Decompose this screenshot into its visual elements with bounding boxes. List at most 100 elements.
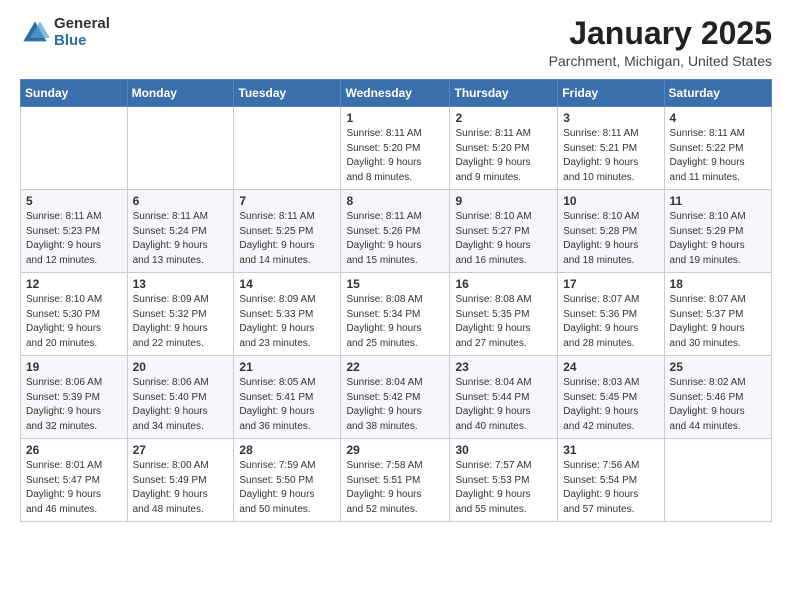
calendar-cell: 15Sunrise: 8:08 AM Sunset: 5:34 PM Dayli… (341, 273, 450, 356)
calendar-week-row: 5 Sunrise: 8:11 AM Sunset: 5:23 PM Daylig… (21, 190, 772, 273)
calendar-cell (21, 107, 128, 190)
day-number: 3 (563, 111, 658, 125)
day-of-week-header: Saturday (664, 80, 771, 107)
day-number: 2 (455, 111, 552, 125)
day-number: 24 (563, 360, 658, 374)
calendar-week-row: 19 Sunrise: 8:06 AM Sunset: 5:39 PM Dayli… (21, 356, 772, 439)
day-number: 14 (239, 277, 335, 291)
day-info: Sunrise: 8:07 AM Sunset: 5:37 PM Dayligh… (670, 293, 766, 351)
day-info: Sunrise: 8:01 AM Sunset: 5:47 PM Dayligh… (26, 459, 122, 517)
day-info: Sunrise: 8:11 AM Sunset: 5:20 PM Dayligh… (455, 127, 552, 185)
day-info: Sunrise: 8:11 AM Sunset: 5:24 PM Dayligh… (133, 210, 229, 268)
calendar-week-row: 12 Sunrise: 8:10 AM Sunset: 5:30 PM Dayli… (21, 273, 772, 356)
day-number: 26 (26, 443, 122, 457)
calendar-cell: 5 Sunrise: 8:11 AM Sunset: 5:23 PM Daylig… (21, 190, 128, 273)
day-number: 27 (133, 443, 229, 457)
day-number: 15 (346, 277, 444, 291)
calendar-cell: 26 Sunrise: 8:01 AM Sunset: 5:47 PM Dayli… (21, 439, 128, 522)
day-number: 25 (670, 360, 766, 374)
day-info: Sunrise: 8:04 AM Sunset: 5:42 PM Dayligh… (346, 376, 444, 434)
calendar-cell: 30Sunrise: 7:57 AM Sunset: 5:53 PM Dayli… (450, 439, 558, 522)
day-info: Sunrise: 8:11 AM Sunset: 5:25 PM Dayligh… (239, 210, 335, 268)
calendar-cell: 6 Sunrise: 8:11 AM Sunset: 5:24 PM Daylig… (127, 190, 234, 273)
calendar-cell: 23Sunrise: 8:04 AM Sunset: 5:44 PM Dayli… (450, 356, 558, 439)
day-info: Sunrise: 8:11 AM Sunset: 5:21 PM Dayligh… (563, 127, 658, 185)
logo-text: General Blue (54, 16, 110, 49)
calendar-cell: 7 Sunrise: 8:11 AM Sunset: 5:25 PM Daylig… (234, 190, 341, 273)
calendar-header-row: SundayMondayTuesdayWednesdayThursdayFrid… (21, 80, 772, 107)
calendar-cell: 17 Sunrise: 8:07 AM Sunset: 5:36 PM Dayli… (558, 273, 664, 356)
day-number: 11 (670, 194, 766, 208)
day-number: 31 (563, 443, 658, 457)
day-number: 10 (563, 194, 658, 208)
day-number: 1 (346, 111, 444, 125)
location-title: Parchment, Michigan, United States (549, 53, 772, 69)
day-info: Sunrise: 8:08 AM Sunset: 5:35 PM Dayligh… (455, 293, 552, 351)
calendar-cell: 4 Sunrise: 8:11 AM Sunset: 5:22 PM Daylig… (664, 107, 771, 190)
day-number: 16 (455, 277, 552, 291)
calendar-week-row: 26 Sunrise: 8:01 AM Sunset: 5:47 PM Dayli… (21, 439, 772, 522)
day-number: 4 (670, 111, 766, 125)
title-block: January 2025 Parchment, Michigan, United… (549, 16, 772, 69)
calendar-cell (664, 439, 771, 522)
day-number: 5 (26, 194, 122, 208)
calendar-cell: 28Sunrise: 7:59 AM Sunset: 5:50 PM Dayli… (234, 439, 341, 522)
day-number: 22 (346, 360, 444, 374)
day-info: Sunrise: 8:10 AM Sunset: 5:28 PM Dayligh… (563, 210, 658, 268)
calendar-cell: 27 Sunrise: 8:00 AM Sunset: 5:49 PM Dayli… (127, 439, 234, 522)
page: General Blue January 2025 Parchment, Mic… (0, 0, 792, 612)
calendar-cell: 11 Sunrise: 8:10 AM Sunset: 5:29 PM Dayli… (664, 190, 771, 273)
day-info: Sunrise: 8:11 AM Sunset: 5:23 PM Dayligh… (26, 210, 122, 268)
day-number: 9 (455, 194, 552, 208)
day-info: Sunrise: 7:56 AM Sunset: 5:54 PM Dayligh… (563, 459, 658, 517)
calendar-cell: 18 Sunrise: 8:07 AM Sunset: 5:37 PM Dayli… (664, 273, 771, 356)
day-number: 23 (455, 360, 552, 374)
day-info: Sunrise: 8:05 AM Sunset: 5:41 PM Dayligh… (239, 376, 335, 434)
day-of-week-header: Friday (558, 80, 664, 107)
calendar-cell (127, 107, 234, 190)
day-info: Sunrise: 7:58 AM Sunset: 5:51 PM Dayligh… (346, 459, 444, 517)
day-info: Sunrise: 8:07 AM Sunset: 5:36 PM Dayligh… (563, 293, 658, 351)
day-number: 8 (346, 194, 444, 208)
day-of-week-header: Tuesday (234, 80, 341, 107)
logo-icon (20, 18, 50, 48)
month-title: January 2025 (549, 16, 772, 51)
day-number: 19 (26, 360, 122, 374)
day-info: Sunrise: 7:59 AM Sunset: 5:50 PM Dayligh… (239, 459, 335, 517)
calendar-cell: 22 Sunrise: 8:04 AM Sunset: 5:42 PM Dayli… (341, 356, 450, 439)
day-info: Sunrise: 8:00 AM Sunset: 5:49 PM Dayligh… (133, 459, 229, 517)
day-of-week-header: Thursday (450, 80, 558, 107)
calendar-cell: 21 Sunrise: 8:05 AM Sunset: 5:41 PM Dayli… (234, 356, 341, 439)
calendar-cell: 24 Sunrise: 8:03 AM Sunset: 5:45 PM Dayli… (558, 356, 664, 439)
day-info: Sunrise: 8:11 AM Sunset: 5:26 PM Dayligh… (346, 210, 444, 268)
day-info: Sunrise: 8:10 AM Sunset: 5:30 PM Dayligh… (26, 293, 122, 351)
calendar-cell: 29 Sunrise: 7:58 AM Sunset: 5:51 PM Dayli… (341, 439, 450, 522)
calendar-cell: 14Sunrise: 8:09 AM Sunset: 5:33 PM Dayli… (234, 273, 341, 356)
day-info: Sunrise: 8:06 AM Sunset: 5:39 PM Dayligh… (26, 376, 122, 434)
day-of-week-header: Sunday (21, 80, 128, 107)
header: General Blue January 2025 Parchment, Mic… (20, 16, 772, 69)
calendar-cell: 9Sunrise: 8:10 AM Sunset: 5:27 PM Daylig… (450, 190, 558, 273)
day-number: 7 (239, 194, 335, 208)
day-number: 6 (133, 194, 229, 208)
calendar-cell: 2 Sunrise: 8:11 AM Sunset: 5:20 PM Daylig… (450, 107, 558, 190)
day-number: 29 (346, 443, 444, 457)
calendar-cell: 25 Sunrise: 8:02 AM Sunset: 5:46 PM Dayli… (664, 356, 771, 439)
day-number: 12 (26, 277, 122, 291)
calendar-cell (234, 107, 341, 190)
day-info: Sunrise: 8:11 AM Sunset: 5:22 PM Dayligh… (670, 127, 766, 185)
day-number: 21 (239, 360, 335, 374)
calendar-cell: 12 Sunrise: 8:10 AM Sunset: 5:30 PM Dayli… (21, 273, 128, 356)
day-number: 17 (563, 277, 658, 291)
calendar-cell: 19 Sunrise: 8:06 AM Sunset: 5:39 PM Dayli… (21, 356, 128, 439)
calendar-cell: 13Sunrise: 8:09 AM Sunset: 5:32 PM Dayli… (127, 273, 234, 356)
logo-general-text: General (54, 16, 110, 33)
day-of-week-header: Monday (127, 80, 234, 107)
day-info: Sunrise: 8:09 AM Sunset: 5:32 PM Dayligh… (133, 293, 229, 351)
calendar-cell: 20Sunrise: 8:06 AM Sunset: 5:40 PM Dayli… (127, 356, 234, 439)
logo-blue-text: Blue (54, 33, 110, 50)
day-info: Sunrise: 8:03 AM Sunset: 5:45 PM Dayligh… (563, 376, 658, 434)
day-info: Sunrise: 8:02 AM Sunset: 5:46 PM Dayligh… (670, 376, 766, 434)
day-number: 18 (670, 277, 766, 291)
day-info: Sunrise: 8:10 AM Sunset: 5:29 PM Dayligh… (670, 210, 766, 268)
